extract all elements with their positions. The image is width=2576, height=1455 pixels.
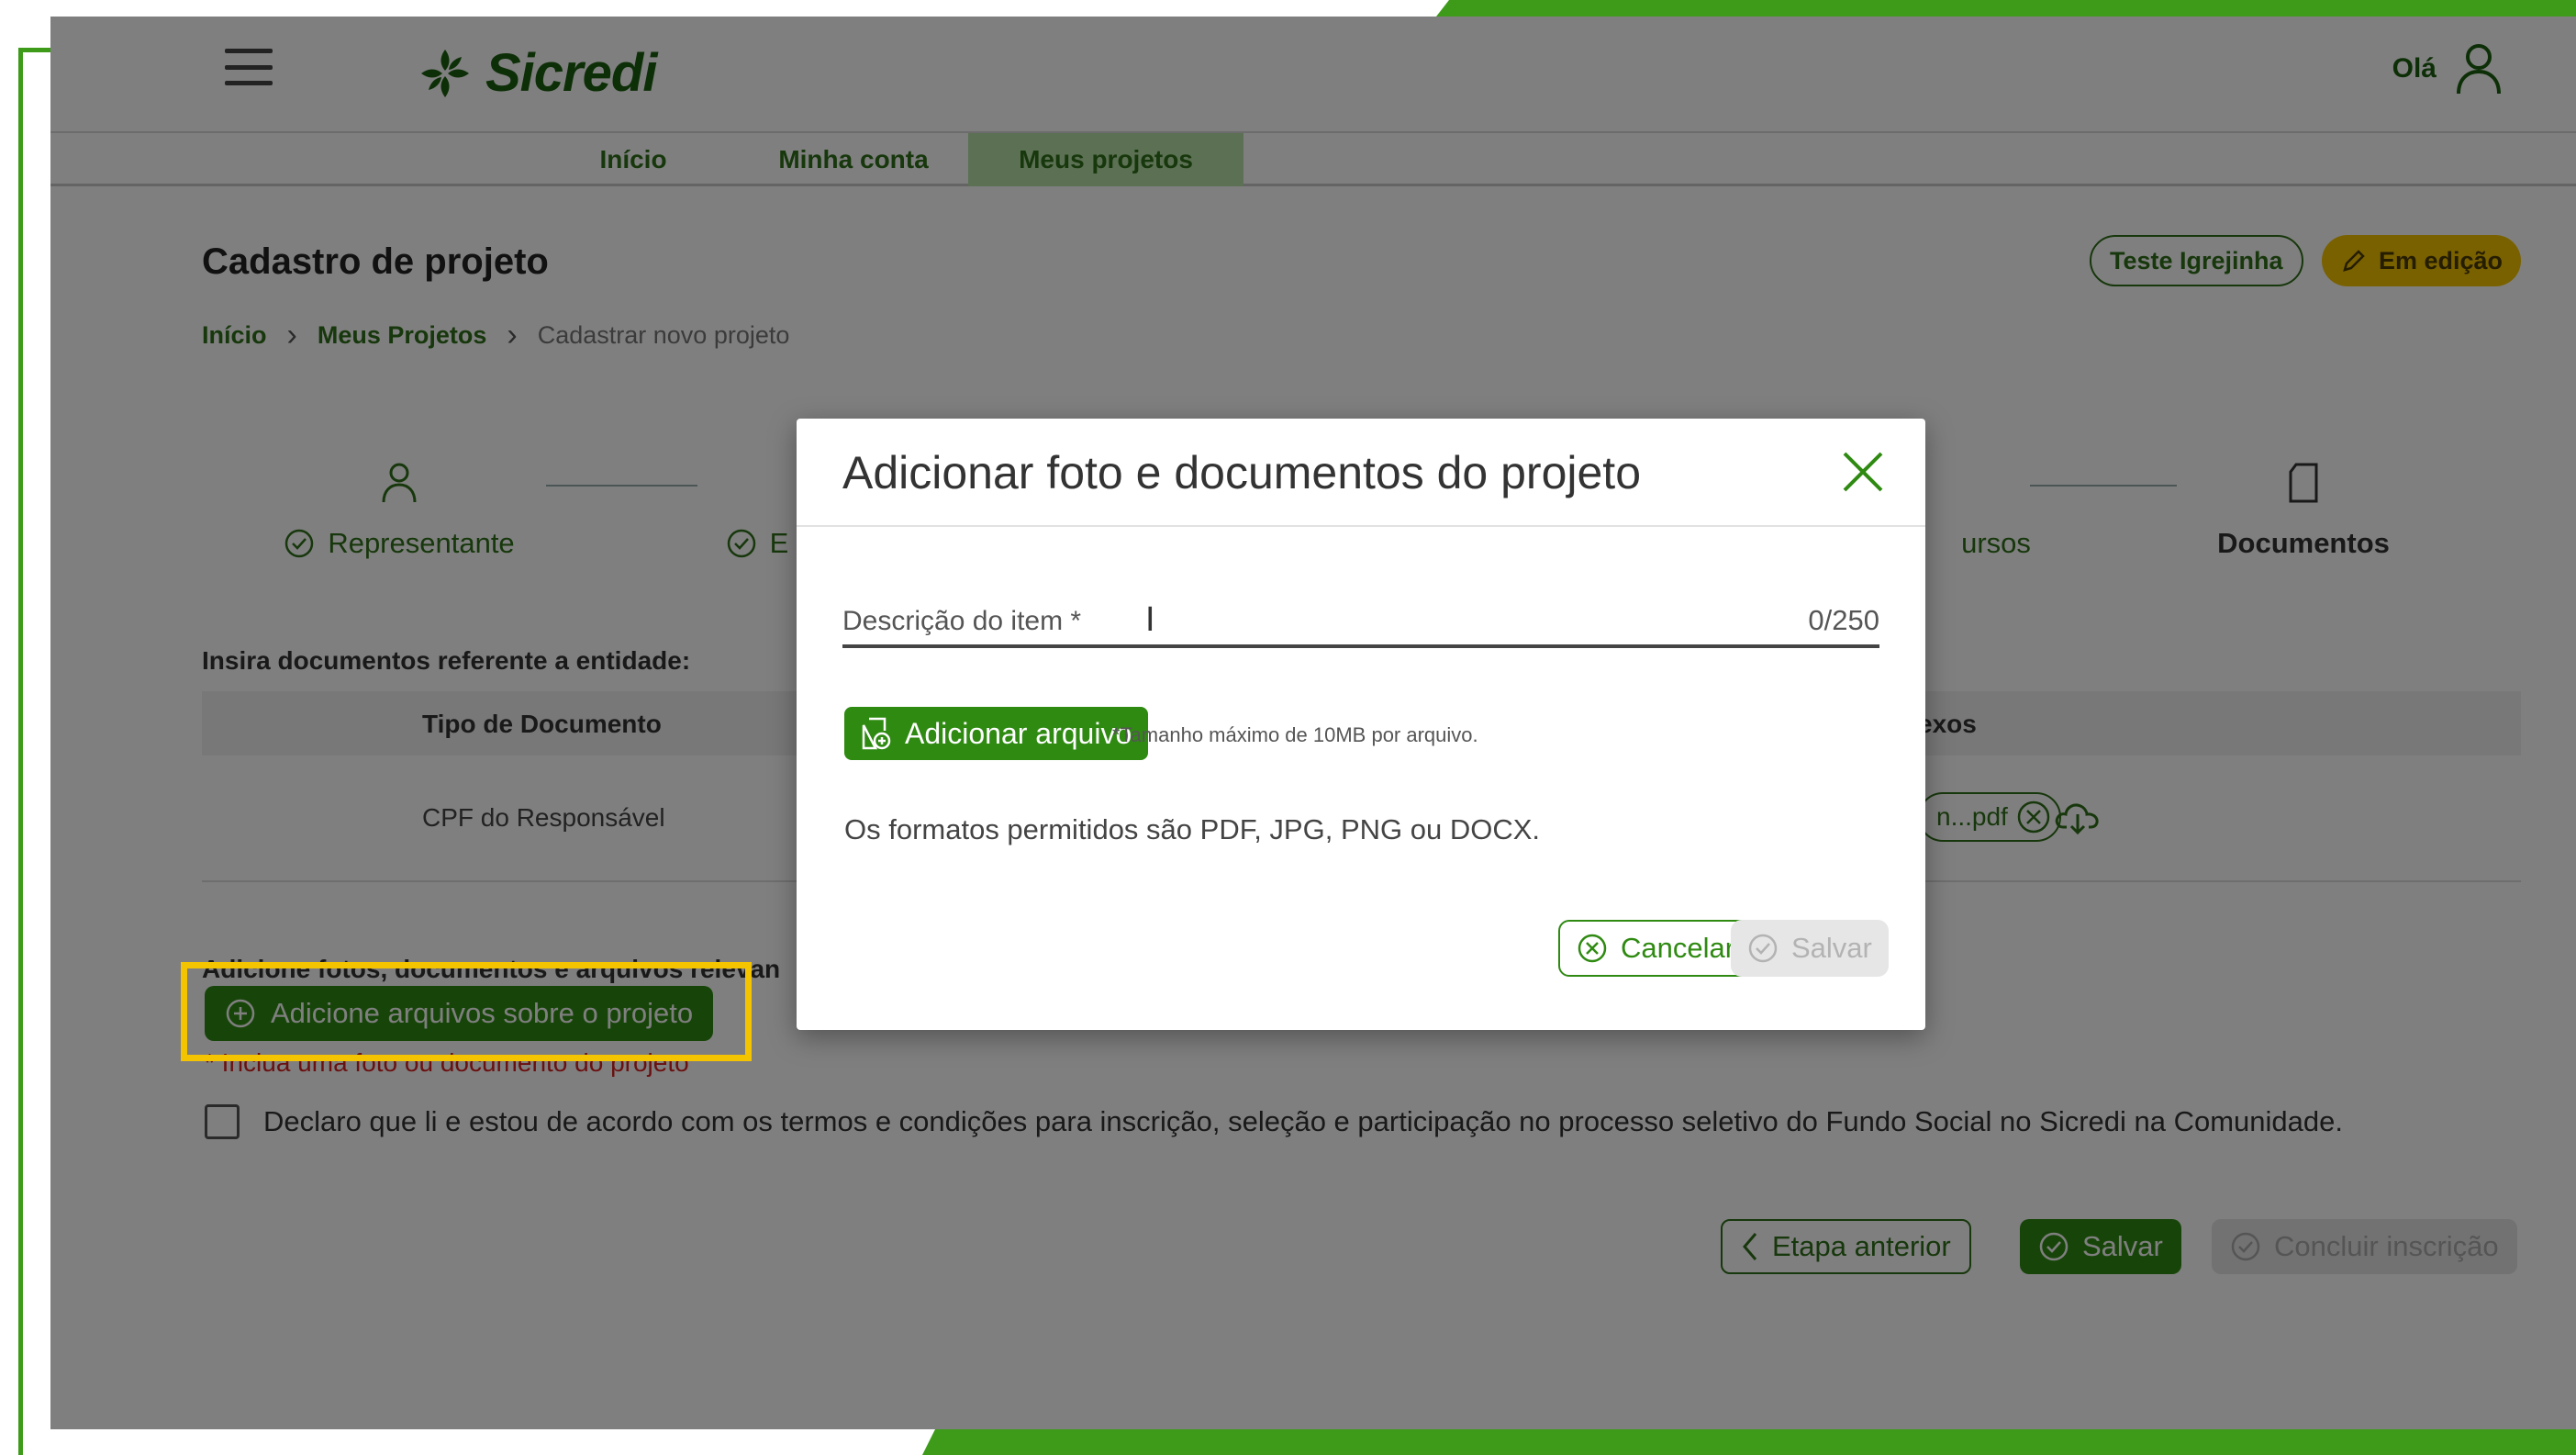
formats-note: Os formatos permitidos são PDF, JPG, PNG… xyxy=(844,813,1541,845)
highlight-annotation xyxy=(181,962,752,1061)
decorative-left-corner xyxy=(18,48,55,52)
file-add-icon xyxy=(862,717,891,750)
modal-title: Adicionar foto e documentos do projeto xyxy=(842,447,1641,498)
character-counter: 0/250 xyxy=(1808,604,1879,636)
add-file-button[interactable]: Adicionar arquivo xyxy=(844,707,1149,760)
close-icon[interactable] xyxy=(1837,446,1889,498)
add-files-modal: Adicionar foto e documentos do projeto D… xyxy=(797,419,1925,1030)
modal-header: Adicionar foto e documentos do projeto xyxy=(797,419,1925,527)
decorative-top-bar xyxy=(1436,0,2576,17)
close-circle-icon xyxy=(1578,934,1607,963)
modal-save-label: Salvar xyxy=(1791,932,1872,964)
field-label: Descrição do item * xyxy=(842,606,1082,636)
modal-save-button[interactable]: Salvar xyxy=(1731,920,1889,977)
check-circle-icon xyxy=(1748,934,1778,963)
item-description-field[interactable]: Descrição do item * I 0/250 xyxy=(842,599,1879,648)
size-note: *Tamanho máximo de 10MB por arquivo. xyxy=(1112,723,1478,746)
app-screen: Sicredi Olá Início Minha conta Meus proj… xyxy=(50,17,2576,1429)
cancel-button[interactable]: Cancelar xyxy=(1558,920,1754,977)
text-cursor-icon: I xyxy=(1145,600,1155,639)
decorative-left-bar xyxy=(18,48,23,1455)
cancel-label: Cancelar xyxy=(1621,932,1735,964)
decorative-bottom-bar xyxy=(922,1429,2576,1455)
add-file-label: Adicionar arquivo xyxy=(905,716,1132,750)
